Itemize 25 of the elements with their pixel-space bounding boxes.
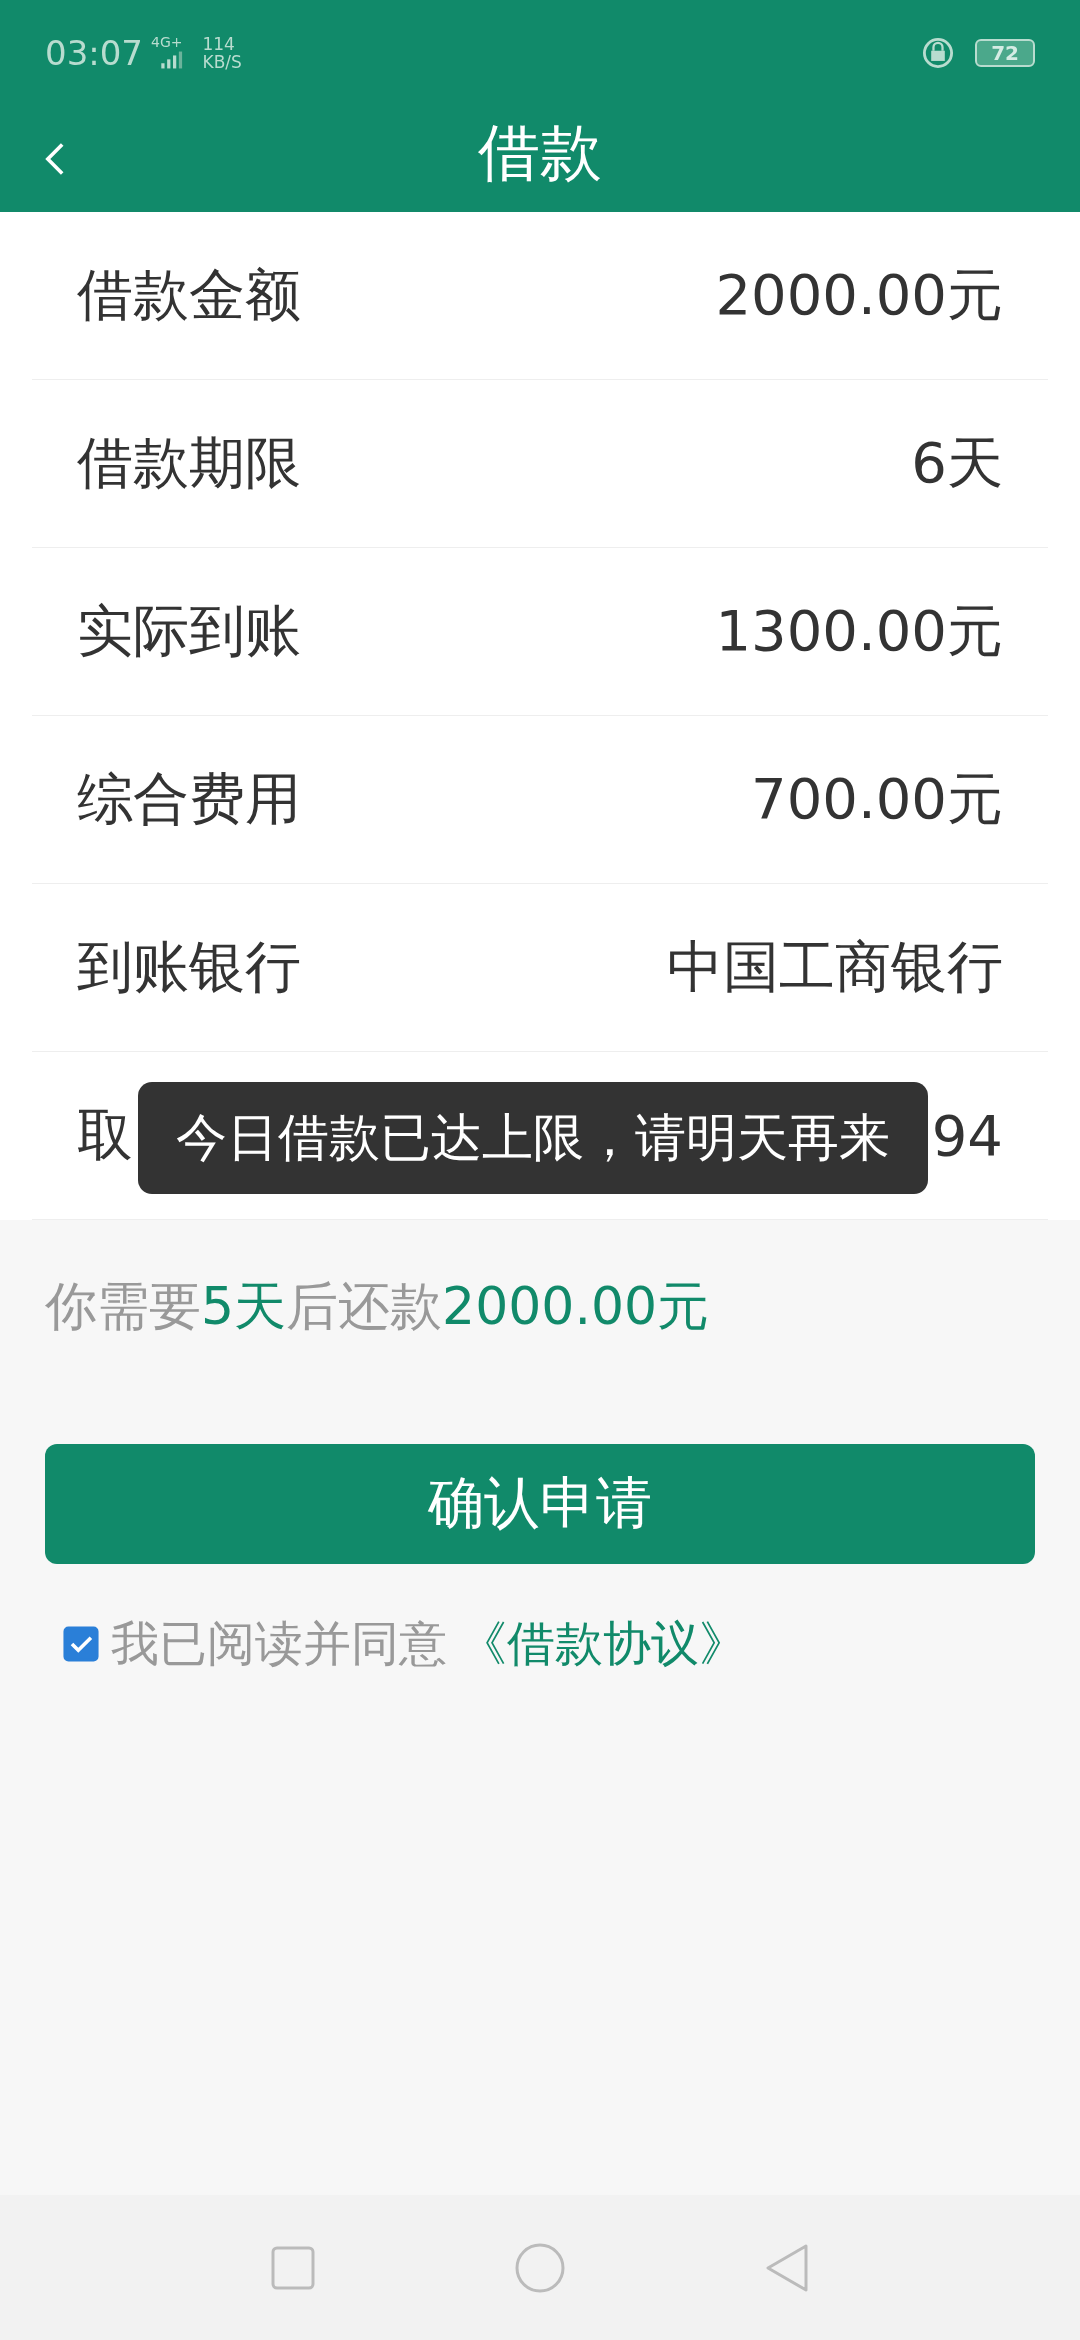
agreement-text: 我已阅读并同意 [111, 1614, 447, 1673]
agreement-link[interactable]: 《借款协议》 [459, 1612, 747, 1676]
agreement-checkbox[interactable] [63, 1626, 99, 1662]
row-label: 到账银行 [77, 932, 301, 1001]
repayment-summary: 你需要5天后还款2000.00元 [45, 1275, 711, 1338]
status-time: 03:07 [45, 32, 143, 73]
row-value: 94 [931, 1103, 1003, 1168]
row-label: 综合费用 [77, 764, 301, 833]
network-speed: 114 KB/S [202, 34, 242, 71]
page-title: 借款 [478, 114, 602, 191]
row-label: 借款金额 [77, 260, 301, 329]
confirm-button[interactable]: 确认申请 [45, 1444, 1035, 1564]
row-value: 中国工商银行 [667, 932, 1003, 1001]
toast-message: 今日借款已达上限，请明天再来 [138, 1082, 928, 1194]
row-value: 6天 [911, 428, 1003, 497]
rotation-lock-icon [921, 35, 956, 70]
network-type: 4G+ [151, 33, 183, 50]
row-label: 实际到账 [77, 596, 301, 665]
row-value: 2000.00元 [715, 260, 1003, 329]
row-label: 借款期限 [77, 428, 301, 497]
home-icon[interactable] [515, 2242, 565, 2293]
row-label: 取 [77, 1100, 133, 1169]
row-value: 700.00元 [751, 764, 1003, 833]
battery-level: 72 [975, 38, 1035, 67]
row-value: 1300.00元 [715, 596, 1003, 665]
